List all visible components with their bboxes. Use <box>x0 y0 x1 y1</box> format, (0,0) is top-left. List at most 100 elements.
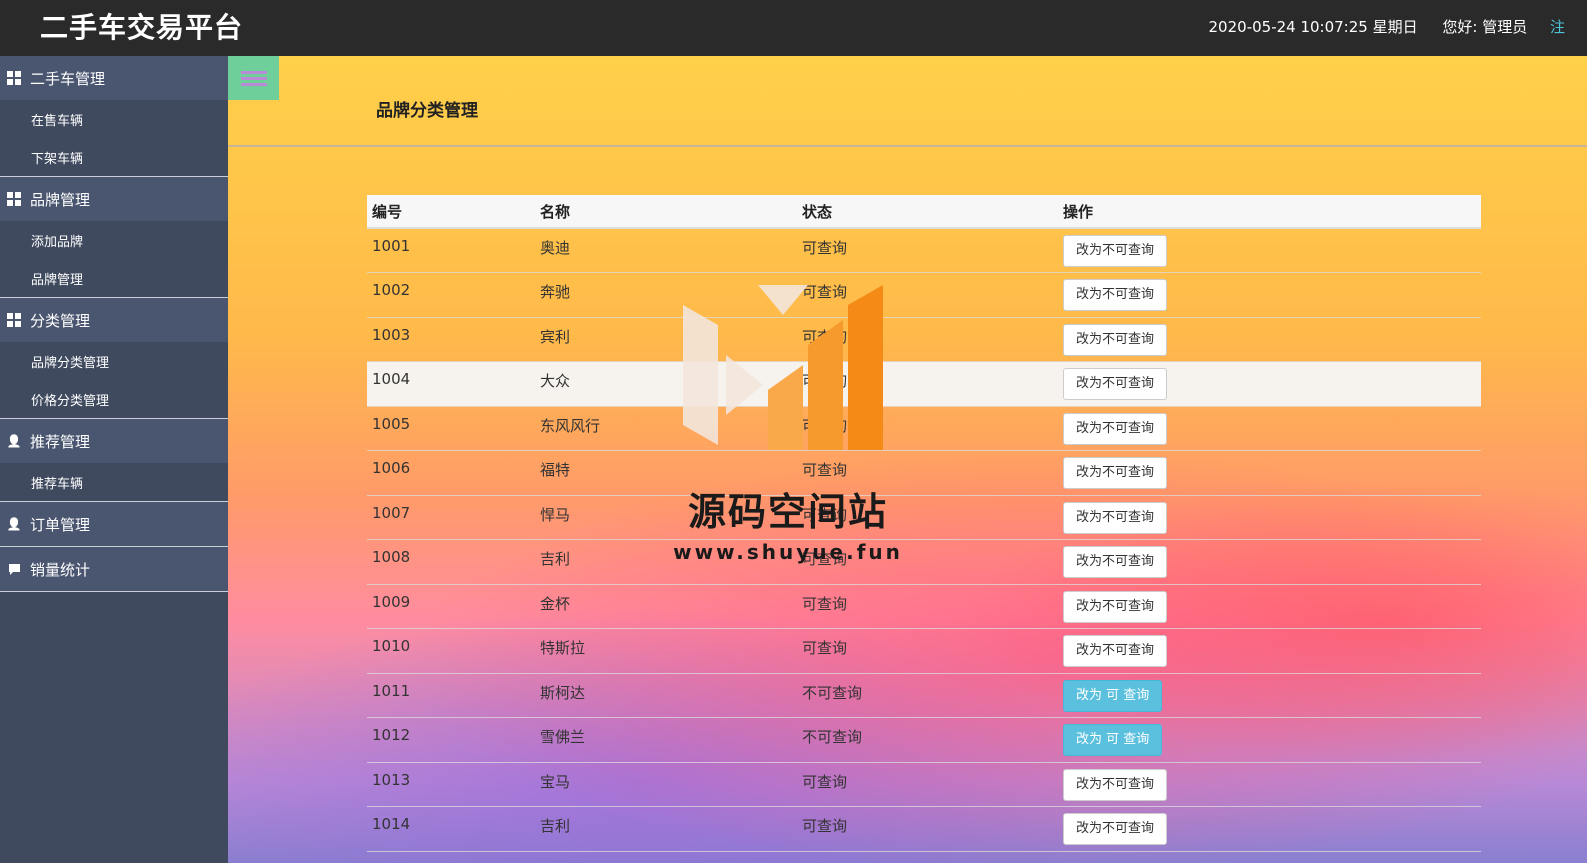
sidebar-item[interactable]: 在售车辆 <box>0 100 228 138</box>
cell-id: 1002 <box>372 281 411 299</box>
cell-action: 改为不可查询 <box>1058 495 1481 540</box>
cell-state: 可查询 <box>802 505 848 524</box>
table-row: 1007 悍马 可查询 改为不可查询 <box>367 495 1481 540</box>
page-title: 品牌分类管理 <box>376 101 478 121</box>
sidebar-toggle-button[interactable] <box>228 56 279 100</box>
toggle-query-button[interactable]: 改为不可查询 <box>1063 813 1168 845</box>
cell-state: 不可查询 <box>802 683 863 702</box>
sidebar-group-header[interactable]: 分类管理 <box>0 298 228 342</box>
cell-id: 1007 <box>372 503 411 522</box>
cell-state: 可查询 <box>802 416 848 435</box>
sidebar: 二手车管理 在售车辆 下架车辆 品牌管理 添加品牌 品牌管理 分类管理 品牌分类管理 价格分类管… <box>0 56 228 863</box>
cell-action: 改为不可查询 <box>1058 317 1481 362</box>
cell-action: 改为不可查询 <box>1058 629 1481 674</box>
toggle-query-button[interactable]: 改为不可查询 <box>1063 368 1168 400</box>
cell-id: 1009 <box>372 592 411 611</box>
sidebar-group-5: 销量统计 <box>0 547 228 592</box>
toggle-query-button[interactable]: 改为不可查询 <box>1063 590 1168 623</box>
cell-state: 可查询 <box>802 239 848 257</box>
sidebar-group-header[interactable]: 品牌管理 <box>0 177 228 221</box>
cell-id: 1014 <box>372 815 411 833</box>
sidebar-group-header[interactable]: 👤 订单管理 <box>0 502 228 546</box>
datetime: 2020-05-24 10:07:25 星期日 <box>1208 18 1418 36</box>
cell-id: 1001 <box>372 237 411 255</box>
cell-id: 1004 <box>372 370 411 388</box>
sidebar-item[interactable]: 价格分类管理 <box>0 380 228 418</box>
top-bar: 二手车交易平台 2020-05-24 10:07:25 星期日 您好: 管理员 … <box>0 0 1587 56</box>
toggle-query-button[interactable]: 改为不可查询 <box>1063 546 1168 578</box>
cell-id: 1005 <box>372 414 411 433</box>
table-row: 1011 斯柯达 不可查询 改为 可 查询 <box>367 673 1481 718</box>
table-row: 1005 东风风行 可查询 改为不可查询 <box>367 406 1481 451</box>
toggle-query-button[interactable]: 改为 可 查询 <box>1063 679 1163 712</box>
cell-id: 1003 <box>372 325 411 344</box>
sidebar-group-header[interactable]: 二手车管理 <box>0 56 228 100</box>
sidebar-group-label: 推荐管理 <box>30 432 91 451</box>
grid-icon <box>6 312 22 328</box>
toggle-query-button[interactable]: 改为不可查询 <box>1063 235 1168 267</box>
cell-name: 吉利 <box>540 550 571 568</box>
sidebar-group-label: 销量统计 <box>30 560 91 579</box>
sidebar-group-2: 分类管理品牌分类管理 价格分类管理 <box>0 298 228 419</box>
toggle-query-button[interactable]: 改为不可查询 <box>1063 635 1168 667</box>
toggle-query-button[interactable]: 改为不可查询 <box>1063 457 1168 489</box>
sidebar-item[interactable]: 添加品牌 <box>0 221 228 259</box>
cell-name: 东风风行 <box>540 416 601 435</box>
cell-action: 改为不可查询 <box>1058 362 1481 407</box>
cell-state: 可查询 <box>802 372 848 390</box>
header-id: 编号 <box>367 195 535 229</box>
cell-state: 可查询 <box>802 817 848 835</box>
menu-icon <box>240 82 267 86</box>
cell-name: 宝马 <box>540 772 571 791</box>
comment-icon <box>6 561 22 577</box>
cell-state: 可查询 <box>802 461 848 479</box>
sidebar-group-3: 👤 推荐管理 推荐车辆 <box>0 419 228 502</box>
table-row: 1012 雪佛兰 不可查询 改为 可 查询 <box>367 718 1481 762</box>
toggle-query-button[interactable]: 改为不可查询 <box>1063 501 1168 534</box>
sidebar-group-header[interactable]: 👤 推荐管理 <box>0 419 228 463</box>
table-row: 1001 奥迪 可查询 改为不可查询 <box>367 228 1481 273</box>
table-row: 1008 吉利 可查询 改为不可查询 <box>367 540 1481 584</box>
table-body: 1001 奥迪 可查询 改为不可查询 1002 奔驰 可查询 改为不可查询 1003 宾利 可查询改… <box>367 228 1481 851</box>
sidebar-item[interactable]: 下架车辆 <box>0 138 228 176</box>
table-row: 1004 大众 可查询 改为不可查询 <box>367 361 1481 407</box>
sidebar-group-1: 品牌管理 添加品牌 品牌管理 <box>0 177 228 298</box>
cell-id: 1012 <box>372 726 411 744</box>
sidebar-group-header[interactable]: 销量统计 <box>0 547 228 591</box>
cell-name: 奔驰 <box>540 283 571 301</box>
sidebar-item[interactable]: 品牌管理 <box>0 259 228 297</box>
cell-action: 改为不可查询 <box>1058 762 1481 807</box>
cell-action: 改为 可 查询 <box>1058 673 1481 718</box>
sidebar-item[interactable]: 品牌分类管理 <box>0 342 228 380</box>
menu-icon <box>240 76 267 80</box>
sidebar-item[interactable]: 推荐车辆 <box>0 463 228 501</box>
cell-action: 改为不可查询 <box>1058 451 1481 496</box>
sidebar-group-0: 二手车管理在售车辆 下架车辆 <box>0 56 228 177</box>
cell-state: 可查询 <box>802 327 848 346</box>
table-row: 1014 吉利 可查询 改为不可查询 <box>367 807 1481 852</box>
cell-name: 特斯拉 <box>540 639 586 657</box>
cell-id: 1011 <box>372 681 411 700</box>
toggle-query-button[interactable]: 改为 可 查询 <box>1063 724 1163 756</box>
cell-action: 改为不可查询 <box>1058 406 1481 451</box>
cell-name: 雪佛兰 <box>540 728 586 746</box>
logout-link-partial[interactable]: 注 <box>1550 18 1565 36</box>
toggle-query-button[interactable]: 改为不可查询 <box>1063 412 1168 445</box>
cell-id: 1008 <box>372 548 411 566</box>
cell-id: 1013 <box>372 770 411 789</box>
title-divider <box>228 145 1587 147</box>
table-row: 1006 福特 可查询 改为不可查询 <box>367 451 1481 496</box>
cell-name: 悍马 <box>540 505 571 524</box>
cell-name: 宾利 <box>540 327 571 346</box>
table-row: 1003 宾利 可查询 改为不可查询 <box>367 317 1481 362</box>
cell-name: 吉利 <box>540 817 571 835</box>
cell-action: 改为不可查询 <box>1058 807 1481 852</box>
sidebar-group-label: 二手车管理 <box>30 69 106 88</box>
table-row: 1010 特斯拉 可查询 改为不可查询 <box>367 629 1481 674</box>
sidebar-group-label: 分类管理 <box>30 311 91 330</box>
app-title: 二手车交易平台 <box>40 11 244 44</box>
cell-id: 1006 <box>372 459 411 477</box>
toggle-query-button[interactable]: 改为不可查询 <box>1063 768 1168 801</box>
toggle-query-button[interactable]: 改为不可查询 <box>1063 323 1168 356</box>
toggle-query-button[interactable]: 改为不可查询 <box>1063 279 1168 311</box>
